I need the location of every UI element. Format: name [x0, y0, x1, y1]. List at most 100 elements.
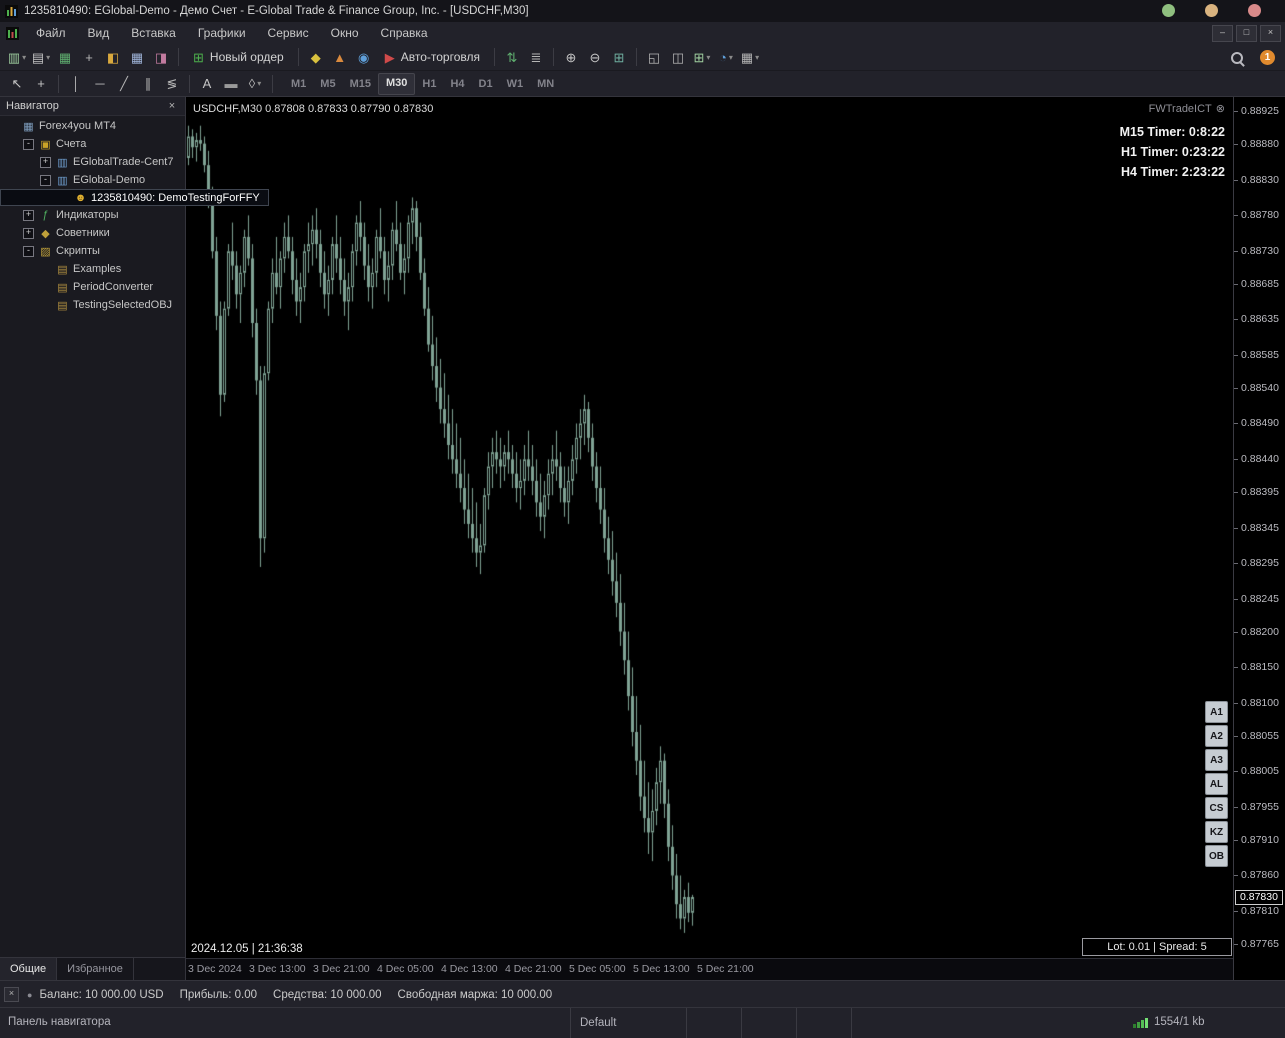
timeframe-mn[interactable]: MN	[530, 74, 561, 94]
dropdown-caret-icon[interactable]: ▾	[22, 53, 26, 62]
menu-item-3[interactable]: Графики	[187, 23, 257, 43]
fibonacci-icon[interactable]: ≶	[160, 73, 184, 95]
mdi-close-button[interactable]: ×	[1260, 25, 1281, 42]
metaeditor-icon[interactable]: ◆	[304, 46, 328, 68]
collapse-icon[interactable]: -	[23, 138, 34, 150]
tree-item[interactable]: ▤ TestingSelectedOBJ	[0, 296, 320, 314]
cascade-icon[interactable]: ◱	[642, 46, 666, 68]
tab-common[interactable]: Общие	[0, 958, 58, 980]
channel-icon[interactable]: ∥	[136, 73, 160, 95]
arrows-icon[interactable]: ▬	[219, 73, 243, 95]
horizontal-line-icon[interactable]: ─	[88, 73, 112, 95]
tree-item[interactable]: - ▨ Скрипты	[0, 242, 320, 260]
maximize-circle-button[interactable]	[1205, 4, 1218, 17]
arrows-icon-glyph: ▬	[224, 76, 238, 91]
tree-item[interactable]: ▤ Examples	[0, 260, 320, 278]
trendline-icon[interactable]: ╱	[112, 73, 136, 95]
chart-button-a1[interactable]: A1	[1205, 701, 1228, 723]
tree-item[interactable]: + ƒ Индикаторы	[0, 206, 320, 224]
tree-item[interactable]: ▦ Forex4you MT4	[0, 117, 320, 135]
indicator-list-icon[interactable]: ≣	[524, 46, 548, 68]
expand-icon[interactable]: +	[23, 227, 34, 239]
tree-item[interactable]: - ▥ EGlobal-Demo	[0, 171, 320, 189]
dropdown-caret-icon[interactable]: ▾	[755, 53, 759, 62]
navigator-close-icon[interactable]: ×	[165, 100, 179, 112]
profile-segment[interactable]: Default	[570, 1008, 686, 1038]
timeframe-m30[interactable]: M30	[377, 72, 416, 95]
tree-item[interactable]: + ▥ EGlobalTrade-Cent7	[0, 153, 320, 171]
grid-icon[interactable]: ▦ ▾	[738, 46, 762, 68]
chart-profiles-icon[interactable]: ▤ ▾	[29, 46, 53, 68]
dropdown-caret-icon[interactable]: ▾	[706, 53, 710, 62]
crosshair-icon-glyph: +	[37, 76, 45, 91]
close-circle-button[interactable]	[1248, 4, 1261, 17]
new-chart-icon[interactable]: ▥ ▾	[5, 46, 29, 68]
menu-item-2[interactable]: Вставка	[120, 23, 187, 43]
timeframe-w1[interactable]: W1	[500, 74, 531, 94]
shapes-icon[interactable]: ◊ ▾	[243, 73, 267, 95]
indicators-toolbar-icon[interactable]: ⇅	[500, 46, 524, 68]
chart-button-a2[interactable]: A2	[1205, 725, 1228, 747]
new-window-icon[interactable]: ⊞ ▾	[690, 46, 714, 68]
timeframe-m1[interactable]: M1	[284, 74, 313, 94]
vertical-line-icon[interactable]: │	[64, 73, 88, 95]
timeframe-m5[interactable]: M5	[313, 74, 342, 94]
chart-button-al[interactable]: AL	[1205, 773, 1228, 795]
terminal-toggle-icon[interactable]: ▦	[125, 46, 149, 68]
price-scale[interactable]: 0.88925 0.88880 0.88830 0.88780 0.88730 0.886…	[1233, 97, 1285, 980]
user-icon: ☻	[74, 191, 87, 204]
crosshair-icon[interactable]: +	[29, 73, 53, 95]
dropdown-caret-icon[interactable]: ▾	[729, 53, 733, 62]
collapse-icon[interactable]: -	[23, 245, 34, 257]
indicator-close-icon[interactable]: ⊗	[1216, 102, 1225, 115]
search-icon[interactable]	[1231, 52, 1243, 64]
menu-item-4[interactable]: Сервис	[257, 23, 320, 43]
tile-horizontal-icon[interactable]: ◫	[666, 46, 690, 68]
new-order-button[interactable]: ⊞ Новый ордер	[184, 46, 293, 68]
menu-item-1[interactable]: Вид	[77, 23, 121, 43]
notification-badge[interactable]: 1	[1260, 50, 1275, 65]
mdi-minimize-button[interactable]: –	[1212, 25, 1233, 42]
timeframe-h1[interactable]: H1	[415, 74, 443, 94]
menu-item-0[interactable]: Файл	[25, 23, 77, 43]
minimize-circle-button[interactable]	[1162, 4, 1175, 17]
time-icon[interactable]: ◔ ▾	[714, 46, 738, 68]
panel-close-icon[interactable]: ×	[4, 987, 19, 1002]
time-axis[interactable]: 3 Dec 2024 3 Dec 13:00 3 Dec 21:00 4 Dec 05…	[186, 958, 1233, 981]
candlestick-canvas[interactable]	[186, 97, 1233, 958]
auto-trading-button[interactable]: ▶ Авто-торговля	[376, 46, 489, 68]
expand-icon[interactable]: +	[23, 209, 34, 221]
chart-button-ob[interactable]: OB	[1205, 845, 1228, 867]
chart-button-cs[interactable]: CS	[1205, 797, 1228, 819]
timeframe-m15[interactable]: M15	[343, 74, 378, 94]
shapes-icon-glyph: ◊	[248, 76, 256, 91]
menu-item-5[interactable]: Окно	[320, 23, 370, 43]
chart-plot[interactable]: USDCHF,M30 0.87808 0.87833 0.87790 0.878…	[186, 97, 1233, 958]
chart-button-kz[interactable]: KZ	[1205, 821, 1228, 843]
mdi-restore-button[interactable]: □	[1236, 25, 1257, 42]
zoom-in-icon[interactable]: ⊕	[559, 46, 583, 68]
cursor-icon[interactable]: ↖	[5, 73, 29, 95]
strategy-tester-icon[interactable]: ◨	[149, 46, 173, 68]
text-icon[interactable]: A	[195, 73, 219, 95]
data-window-icon[interactable]: +	[77, 46, 101, 68]
tile-windows-icon[interactable]: ⊞	[607, 46, 631, 68]
zoom-out-icon[interactable]: ⊖	[583, 46, 607, 68]
expand-icon[interactable]: +	[40, 156, 51, 168]
market-watch-icon[interactable]: ▦	[53, 46, 77, 68]
navigator-toggle-icon[interactable]: ◧	[101, 46, 125, 68]
tree-item[interactable]: ☻ 1235810490: DemoTestingForFFY	[0, 189, 269, 206]
chart-button-a3[interactable]: A3	[1205, 749, 1228, 771]
dropdown-caret-icon[interactable]: ▾	[257, 79, 261, 88]
timeframe-d1[interactable]: D1	[472, 74, 500, 94]
tree-item[interactable]: - ▣ Счета	[0, 135, 320, 153]
menu-item-6[interactable]: Справка	[370, 23, 439, 43]
tree-item[interactable]: ▤ PeriodConverter	[0, 278, 320, 296]
web-icon[interactable]: ◉	[352, 46, 376, 68]
timeframe-h4[interactable]: H4	[443, 74, 471, 94]
dropdown-caret-icon[interactable]: ▾	[46, 53, 50, 62]
tree-item[interactable]: + ◆ Советники	[0, 224, 320, 242]
tab-favorites[interactable]: Избранное	[57, 958, 134, 980]
experts-icon[interactable]: ▲	[328, 46, 352, 68]
collapse-icon[interactable]: -	[40, 174, 51, 186]
